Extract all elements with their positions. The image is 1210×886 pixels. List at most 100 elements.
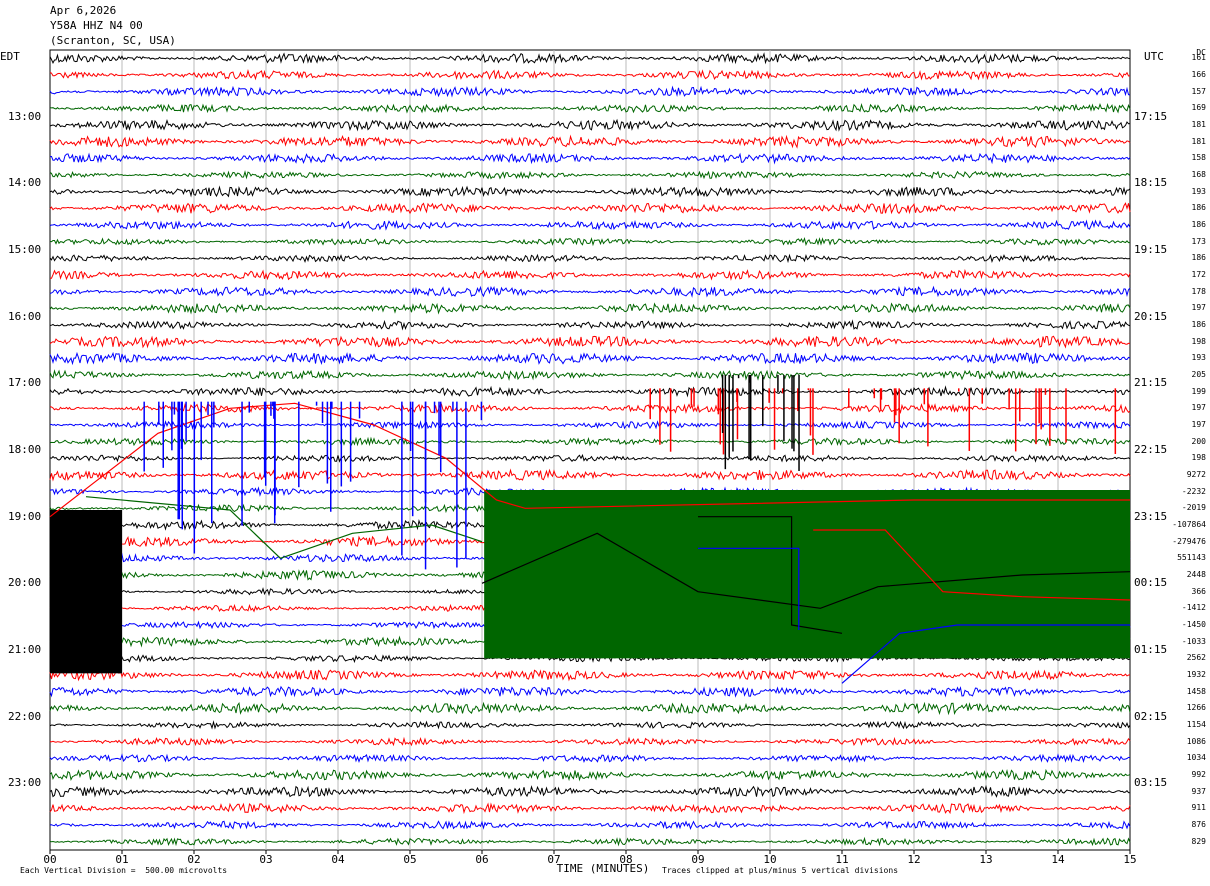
- trace-line: [49, 820, 1131, 830]
- x-tick-label: 11: [835, 853, 849, 866]
- dc-offset-label: 992: [1191, 770, 1206, 779]
- dc-offset-label: 366: [1191, 586, 1206, 596]
- trace-line: [50, 268, 1131, 281]
- trace-line: [49, 134, 1131, 149]
- dc-offset-label: 198: [1191, 453, 1206, 463]
- left-time-label: 17:00: [8, 376, 42, 390]
- dc-offset-label: 173: [1191, 236, 1206, 246]
- trace-line: [49, 753, 1131, 764]
- right-time-label: 17:15: [1134, 109, 1168, 123]
- right-time-label: 00:15: [1134, 576, 1168, 590]
- dc-offset-label: 166: [1191, 70, 1206, 79]
- dc-offset-label: 197: [1191, 420, 1206, 429]
- trace-line: [49, 185, 1131, 198]
- x-tick-label: 14: [1051, 853, 1065, 866]
- x-tick-label: 10: [763, 853, 777, 866]
- dc-offset-label: 2448: [1186, 570, 1206, 579]
- dc-offset-label: 193: [1191, 186, 1206, 196]
- dc-offset-label: 551143: [1177, 553, 1206, 563]
- dc-offset-label: 200: [1191, 436, 1206, 446]
- dc-offset-label: 937: [1191, 786, 1206, 796]
- right-time-label: 22:15: [1134, 443, 1168, 456]
- dc-offset-label: 178: [1191, 286, 1206, 296]
- x-tick-label: 13: [979, 853, 993, 866]
- dc-offset-label: 829: [1191, 836, 1206, 846]
- trace-line: [49, 319, 1131, 331]
- x-tick-label: 04: [331, 853, 345, 866]
- trace-line: [49, 685, 1131, 698]
- left-time-label: 22:00: [8, 709, 42, 723]
- dc-offset-label: 2562: [1186, 653, 1206, 663]
- dc-offset-label: 1154: [1186, 720, 1206, 729]
- seismogram-plot: [49, 49, 1131, 854]
- trace-line: [49, 351, 1131, 366]
- left-time-label: 19:00: [8, 509, 42, 523]
- left-time-label: 14:00: [8, 176, 42, 190]
- right-time-label: 18:15: [1134, 176, 1168, 190]
- trace-line: [49, 335, 1131, 349]
- dc-offset-label: -107864: [1172, 520, 1206, 529]
- trace-line: [49, 285, 1131, 298]
- right-time-label: 21:15: [1134, 376, 1168, 390]
- right-time-label: 02:15: [1134, 709, 1168, 723]
- left-time-label: 16:00: [8, 309, 42, 323]
- dc-offset-label: 1086: [1186, 736, 1206, 746]
- trace-line: [49, 152, 1131, 165]
- right-time-label: 19:15: [1134, 243, 1168, 256]
- dc-offset-label: -2232: [1181, 486, 1206, 496]
- trace-line: [49, 68, 1131, 81]
- trace-line: [49, 219, 1131, 231]
- dc-offset-label: 158: [1191, 153, 1206, 163]
- trace-line: [49, 237, 1130, 247]
- dc-offset-label: 169: [1191, 103, 1206, 113]
- left-time-label: 20:00: [8, 576, 42, 590]
- trace-line: [49, 784, 1131, 798]
- dc-offset-label: 186: [1191, 220, 1206, 229]
- dc-offset-label: 197: [1191, 303, 1206, 313]
- trace-line: [49, 52, 1131, 65]
- trace-line: [49, 253, 1131, 264]
- x-tick-label: 02: [187, 853, 201, 866]
- dc-offset-label: -1412: [1181, 603, 1206, 613]
- dc-offset-label: 1034: [1186, 753, 1206, 763]
- dc-offset-label: 1932: [1186, 670, 1206, 679]
- dc-offset-label: -1450: [1181, 620, 1206, 629]
- dc-offset-label: -279476: [1172, 536, 1206, 546]
- x-tick-label: 12: [907, 853, 921, 866]
- dc-offset-label: 1458: [1186, 686, 1206, 696]
- trace-line: [49, 701, 1131, 716]
- dc-offset-label: 172: [1191, 270, 1206, 279]
- right-time-label: 20:15: [1134, 309, 1168, 323]
- dc-offset-label: -2019: [1181, 503, 1206, 513]
- dc-offset-label: 197: [1191, 403, 1206, 413]
- dc-offset-label: 205: [1191, 370, 1206, 379]
- left-time-label: 15:00: [8, 243, 42, 256]
- trace-line: [49, 669, 1131, 682]
- x-tick-label: 06: [475, 853, 489, 866]
- dc-offset-label: -1033: [1181, 636, 1206, 646]
- right-time-label: 03:15: [1134, 776, 1168, 790]
- trace-line: [49, 118, 1131, 132]
- dc-offset-label: 181: [1191, 136, 1206, 146]
- trace-line: [49, 369, 1131, 381]
- dc-offset-label: 198: [1191, 336, 1206, 346]
- dc-offset-label: 876: [1191, 820, 1206, 829]
- trace-line: [49, 202, 1131, 215]
- dc-offset-label: 186: [1191, 203, 1206, 213]
- x-tick-label: 15: [1123, 853, 1137, 866]
- trace-line: [49, 85, 1131, 98]
- left-time-label: 13:00: [8, 109, 42, 123]
- x-tick-label: 03: [259, 853, 273, 866]
- trace-line: [49, 102, 1131, 114]
- trace-line: [49, 720, 1131, 730]
- dc-offset-label: 9272: [1186, 470, 1206, 479]
- x-tick-label: 00: [43, 853, 57, 866]
- x-axis-title: TIME (MINUTES): [556, 862, 650, 875]
- footer-clip-note: Traces clipped at plus/minus 5 vertical …: [662, 866, 899, 875]
- saturated-block-black: [50, 510, 122, 674]
- dc-offset-label: 157: [1191, 86, 1206, 96]
- left-time-label: 23:00: [8, 776, 42, 790]
- dc-offset-label: 186: [1191, 253, 1206, 263]
- dc-offset-label: 168: [1191, 170, 1206, 179]
- trace-line: [49, 802, 1131, 815]
